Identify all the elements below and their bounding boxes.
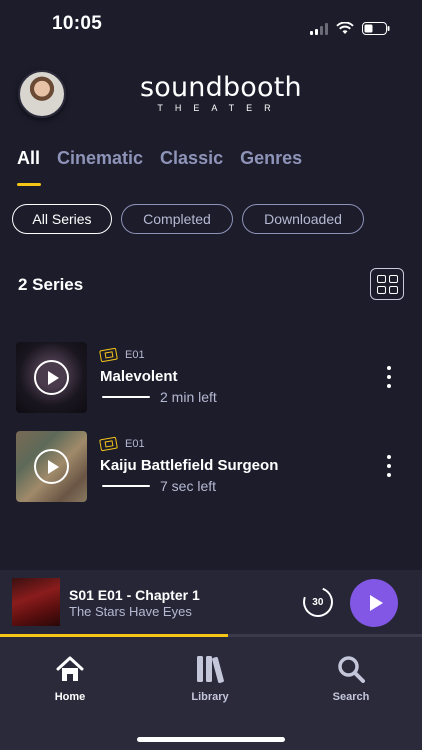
- episode-meta: E01: [99, 347, 145, 363]
- nav-library-label: Library: [191, 691, 229, 703]
- tab-cinematic[interactable]: Cinematic: [57, 148, 143, 169]
- grid-icon-cell: [376, 285, 386, 294]
- wifi-icon: [336, 22, 354, 34]
- episode-progress: [102, 396, 150, 398]
- nav-home-label: Home: [54, 691, 86, 703]
- ticket-icon: [99, 436, 118, 452]
- now-playing-artwork: [12, 578, 60, 626]
- time-left: 2 min left: [160, 389, 217, 405]
- status-bar: 10:05: [0, 0, 422, 50]
- more-options-icon[interactable]: [384, 455, 394, 477]
- episode-meta: E01: [99, 436, 145, 452]
- nav-library[interactable]: Library: [170, 654, 250, 703]
- home-indicator[interactable]: [137, 737, 285, 742]
- avatar[interactable]: [18, 70, 66, 118]
- chip-downloaded[interactable]: Downloaded: [242, 204, 364, 234]
- play-icon: [369, 595, 383, 611]
- search-icon: [337, 654, 365, 684]
- episode-label: E01: [125, 349, 145, 361]
- series-thumbnail[interactable]: [16, 342, 87, 413]
- logo-main: soundbooth: [140, 72, 302, 103]
- episode-progress: [102, 485, 150, 487]
- battery-icon: [362, 22, 390, 35]
- series-item-malevolent[interactable]: E01 Malevolent 2 min left: [16, 342, 406, 414]
- nav-search[interactable]: Search: [311, 654, 391, 703]
- home-icon: [56, 654, 84, 684]
- ticket-icon: [99, 347, 118, 363]
- play-icon[interactable]: [34, 449, 69, 484]
- chip-all-series[interactable]: All Series: [12, 204, 112, 234]
- status-time: 10:05: [52, 13, 103, 34]
- status-icons: [310, 22, 390, 35]
- series-title: Kaiju Battlefield Surgeon: [100, 457, 279, 474]
- cellular-signal-icon: [310, 22, 328, 35]
- tab-classic[interactable]: Classic: [160, 148, 223, 169]
- nav-search-label: Search: [332, 691, 370, 703]
- nav-home[interactable]: Home: [30, 654, 110, 703]
- app-logo: soundbooth THEATER: [140, 72, 302, 113]
- logo-sub: THEATER: [157, 103, 283, 113]
- filter-chips: All Series Completed Downloaded: [12, 204, 364, 234]
- series-item-kaiju[interactable]: E01 Kaiju Battlefield Surgeon 7 sec left: [16, 431, 406, 503]
- play-icon[interactable]: [34, 360, 69, 395]
- series-thumbnail[interactable]: [16, 431, 87, 502]
- rewind-30-icon[interactable]: 30: [298, 582, 338, 622]
- grid-icon-cell: [388, 285, 398, 294]
- episode-label: E01: [125, 438, 145, 450]
- library-icon: [196, 654, 224, 684]
- time-left: 7 sec left: [160, 478, 217, 494]
- more-options-icon[interactable]: [384, 366, 394, 388]
- grid-icon-cell: [388, 274, 398, 283]
- play-button[interactable]: [350, 579, 398, 627]
- series-title: Malevolent: [100, 368, 178, 385]
- mini-player[interactable]: S01 E01 - Chapter 1 The Stars Have Eyes …: [0, 570, 422, 637]
- series-count: 2 Series: [18, 275, 84, 294]
- now-playing-subtitle: The Stars Have Eyes: [69, 604, 192, 619]
- tab-all[interactable]: All: [17, 148, 40, 169]
- grid-icon: [376, 274, 386, 283]
- tab-genres[interactable]: Genres: [240, 148, 302, 169]
- grid-view-button[interactable]: [370, 268, 404, 300]
- now-playing-title: S01 E01 - Chapter 1: [69, 587, 200, 603]
- bottom-nav: Home Library Search: [0, 637, 422, 750]
- chip-completed[interactable]: Completed: [121, 204, 233, 234]
- rewind-label: 30: [312, 596, 324, 608]
- category-tabs: All Cinematic Classic Genres: [17, 148, 302, 169]
- active-tab-indicator: [17, 183, 41, 186]
